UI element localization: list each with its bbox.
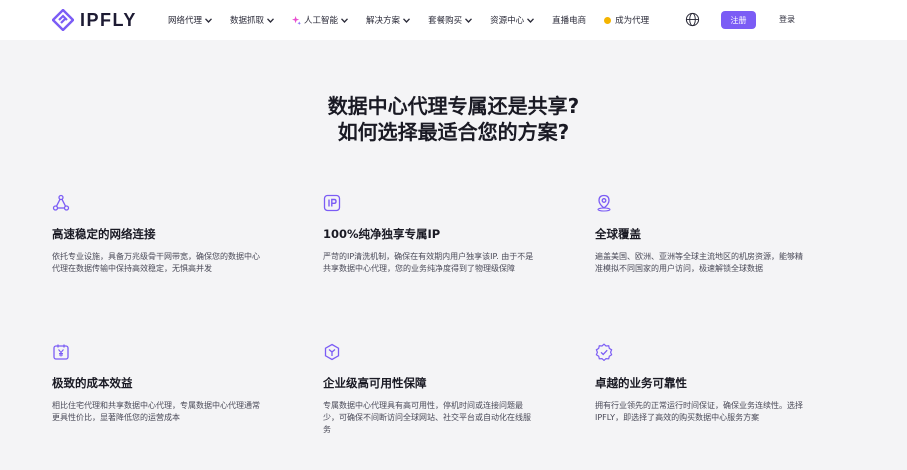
feature-card: 高速稳定的网络连接 依托专业设施，具备万兆级骨干网带宽，确保您的数据中心代理在数… <box>52 194 267 275</box>
chevron-down-icon <box>465 17 473 23</box>
feature-card: 全球覆盖 遍盖美国、欧洲、亚洲等全球主流地区的机房资源，能够精准模拟不同国家的用… <box>595 194 810 275</box>
nav-item-data-scraping[interactable]: 数据抓取 <box>230 14 275 26</box>
feature-card: 极致的成本效益 相比住宅代理和共享数据中心代理，专属数据中心代理通常更具性价比，… <box>52 343 267 424</box>
nav-item-live-ecommerce[interactable]: 直播电商 <box>552 14 586 26</box>
nav-item-pricing[interactable]: 套餐购买 <box>428 14 473 26</box>
nav-item-label: 网络代理 <box>168 16 203 26</box>
feature-title: 高速稳定的网络连接 <box>52 227 156 241</box>
feature-description: 依托专业设施，具备万兆级骨干网带宽，确保您的数据中心代理在数据传输中保持高效稳定… <box>52 252 260 273</box>
feature-title: 卓越的业务可靠性 <box>595 376 687 390</box>
feature-title: 企业级高可用性保障 <box>323 376 427 390</box>
ipfly-logo-icon <box>52 9 74 31</box>
feature-card: 卓越的业务可靠性 拥有行业领先的正常运行时间保证，确保业务连续性。选择 IPFL… <box>595 343 810 424</box>
nav-item-label: 资源中心 <box>490 16 525 26</box>
feature-description: 严苛的IP清洗机制，确保在有效期内用户独享该IP. 由于不是共享数据中心代理，您… <box>323 252 534 273</box>
feature-description: 拥有行业领先的正常运行时间保证，确保业务连续性。选择 IPFLY，即选择了高效的… <box>595 401 803 422</box>
page-title: 数据中心代理专属还是共享? 如何选择最适合您的方案? <box>0 93 907 145</box>
top-navigation-bar: IPFLY 网络代理 数据抓取 人工智能 解决方案 套餐购买 资源中心 直播电商… <box>0 0 907 40</box>
chevron-down-icon <box>341 17 349 23</box>
sparkle-icon <box>292 15 302 25</box>
availability-icon <box>324 343 340 361</box>
location-pin-icon <box>597 194 611 212</box>
nav-item-label: 成为代理 <box>615 16 650 26</box>
chevron-down-icon <box>527 17 535 23</box>
feature-description: 专属数据中心代理具有高可用性，停机时间或连接问题最少，可确保不间断访问全球网站、… <box>323 401 531 434</box>
nav-item-label: 直播电商 <box>552 16 587 26</box>
reliability-icon <box>595 343 613 362</box>
network-icon <box>52 194 70 211</box>
globe-icon[interactable] <box>685 12 700 27</box>
nav-item-label: 人工智能 <box>304 16 339 26</box>
chevron-down-icon <box>267 17 275 23</box>
feature-title: 全球覆盖 <box>595 227 641 241</box>
ip-icon <box>323 194 341 212</box>
feature-description: 相比住宅代理和共享数据中心代理，专属数据中心代理通常更具性价比，显著降低您的运营… <box>52 401 260 422</box>
nav-item-ai[interactable]: 人工智能 <box>292 14 349 26</box>
feature-title: 100%纯净独享专属IP <box>323 227 441 241</box>
feature-card: 100%纯净独享专属IP 严苛的IP清洗机制，确保在有效期内用户独享该IP. 由… <box>323 194 538 275</box>
page-title-line-1: 数据中心代理专属还是共享? <box>327 94 580 118</box>
chevron-down-icon <box>403 17 411 23</box>
nav-item-solutions[interactable]: 解决方案 <box>366 14 411 26</box>
feature-title: 极致的成本效益 <box>52 376 133 390</box>
feature-description: 遍盖美国、欧洲、亚洲等全球主流地区的机房资源，能够精准模拟不同国家的用户访问，极… <box>595 252 803 273</box>
nav-item-label: 数据抓取 <box>230 16 265 26</box>
nav-item-resources[interactable]: 资源中心 <box>490 14 535 26</box>
chevron-down-icon <box>205 17 212 23</box>
main-nav: 网络代理 数据抓取 人工智能 解决方案 套餐购买 资源中心 直播电商 成为代理 <box>168 0 667 40</box>
page-title-line-2: 如何选择最适合您的方案? <box>337 120 570 144</box>
nav-item-label: 解决方案 <box>366 16 401 26</box>
logo[interactable]: IPFLY <box>52 9 137 31</box>
logo-text: IPFLY <box>80 9 137 30</box>
nav-item-become-agent[interactable]: 成为代理 <box>604 14 649 26</box>
nav-item-label: 套餐购买 <box>428 16 463 26</box>
register-button[interactable]: 注册 <box>721 11 756 29</box>
coin-icon <box>604 16 612 24</box>
nav-item-network-proxy[interactable]: 网络代理 <box>168 14 212 26</box>
feature-card: 企业级高可用性保障 专属数据中心代理具有高可用性，停机时间或连接问题最少，可确保… <box>323 343 538 436</box>
login-link[interactable]: 登录 <box>779 14 795 25</box>
cost-icon <box>53 344 69 360</box>
